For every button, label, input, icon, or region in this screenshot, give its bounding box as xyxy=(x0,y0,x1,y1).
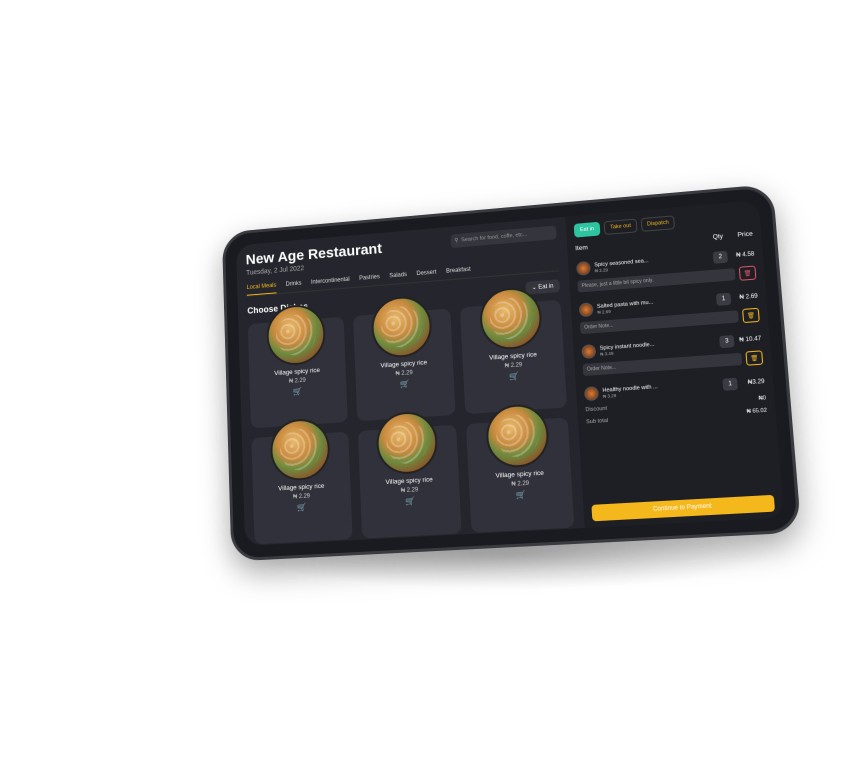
order-item-total: ₦ 2.69 xyxy=(739,293,759,302)
order-item-total: ₦3.29 xyxy=(747,378,765,387)
trash-icon[interactable]: 🗑 xyxy=(742,307,760,324)
order-item-image xyxy=(583,386,600,402)
col-price: Price xyxy=(737,230,754,239)
discount-value: ₦0 xyxy=(758,395,767,402)
quantity-field[interactable]: 1 xyxy=(722,377,738,391)
tab-pastries[interactable]: Pastries xyxy=(359,274,380,281)
subtotal-value: ₦ 65.02 xyxy=(746,407,768,416)
dine-mode-dropdown[interactable]: ⌄ Eat in xyxy=(525,279,560,295)
search-input[interactable]: ⚲ Search for food, coffe, etc... xyxy=(450,225,557,249)
tab-drinks[interactable]: Drinks xyxy=(286,281,302,288)
quantity-field[interactable]: 3 xyxy=(719,335,735,349)
trash-icon[interactable]: 🗑 xyxy=(745,350,764,366)
order-item-image xyxy=(578,302,594,318)
dish-card[interactable]: Village spicy rice ₦ 2.29 🛒 xyxy=(251,417,353,545)
menu-panel: New Age Restaurant Tuesday, 2 Jul 2022 ⚲… xyxy=(236,217,585,546)
search-placeholder: Search for food, coffe, etc... xyxy=(461,231,528,244)
dish-card[interactable]: Village spicy rice ₦ 2.29 🛒 xyxy=(247,302,348,429)
chevron-down-icon: ⌄ xyxy=(531,284,537,292)
quantity-field[interactable]: 2 xyxy=(712,250,729,264)
tab-dispatch[interactable]: Dispatch xyxy=(640,215,676,232)
col-item: Item xyxy=(575,244,589,253)
trash-icon[interactable]: 🗑 xyxy=(738,265,757,281)
dish-image xyxy=(375,410,440,476)
subtotal-label: Sub total xyxy=(585,417,609,426)
quantity-field[interactable]: 1 xyxy=(715,292,732,306)
col-qty: Qty xyxy=(712,233,724,241)
dish-image xyxy=(484,402,551,469)
dish-card[interactable]: Village spicy rice ₦ 2.29 🛒 xyxy=(466,402,575,533)
order-item-image xyxy=(581,344,597,360)
dish-image xyxy=(269,417,331,482)
tab-intercontinental[interactable]: Intercontinental xyxy=(311,277,350,286)
dine-mode-label: Eat in xyxy=(538,283,554,291)
continue-to-payment-button[interactable]: Continue to Payment xyxy=(591,494,776,522)
app-screen: New Age Restaurant Tuesday, 2 Jul 2022 ⚲… xyxy=(236,200,785,546)
dish-card[interactable]: Village spicy rice ₦ 2.29 🛒 xyxy=(357,410,462,539)
tab-local-meals[interactable]: Local Meals xyxy=(246,282,277,296)
order-panel: Eat in Take out Dispatch Item Qty Price … xyxy=(565,200,785,528)
search-icon: ⚲ xyxy=(454,237,459,244)
add-to-cart-icon[interactable]: 🛒 xyxy=(360,494,460,509)
order-item-total: ₦ 10.47 xyxy=(739,336,762,344)
tab-take-out[interactable]: Take out xyxy=(603,218,638,236)
add-to-cart-icon[interactable]: 🛒 xyxy=(470,487,573,502)
tab-salads[interactable]: Salads xyxy=(389,272,407,279)
dish-card[interactable]: Village spicy rice ₦ 2.29 🛒 xyxy=(460,285,567,415)
dish-grid: Village spicy rice ₦ 2.29 🛒 Village spicy … xyxy=(247,285,575,545)
discount-label: Discount xyxy=(585,405,608,414)
tab-eat-in[interactable]: Eat in xyxy=(573,221,601,238)
order-item-total: ₦ 4.58 xyxy=(735,251,755,259)
tablet-device: New Age Restaurant Tuesday, 2 Jul 2022 ⚲… xyxy=(221,183,802,562)
dish-card[interactable]: Village spicy rice ₦ 2.29 🛒 xyxy=(352,294,456,422)
tab-dessert[interactable]: Dessert xyxy=(416,270,436,277)
order-item-image xyxy=(576,260,591,276)
tab-breakfast[interactable]: Breakfast xyxy=(446,267,471,275)
add-to-cart-icon[interactable]: 🛒 xyxy=(253,500,351,514)
